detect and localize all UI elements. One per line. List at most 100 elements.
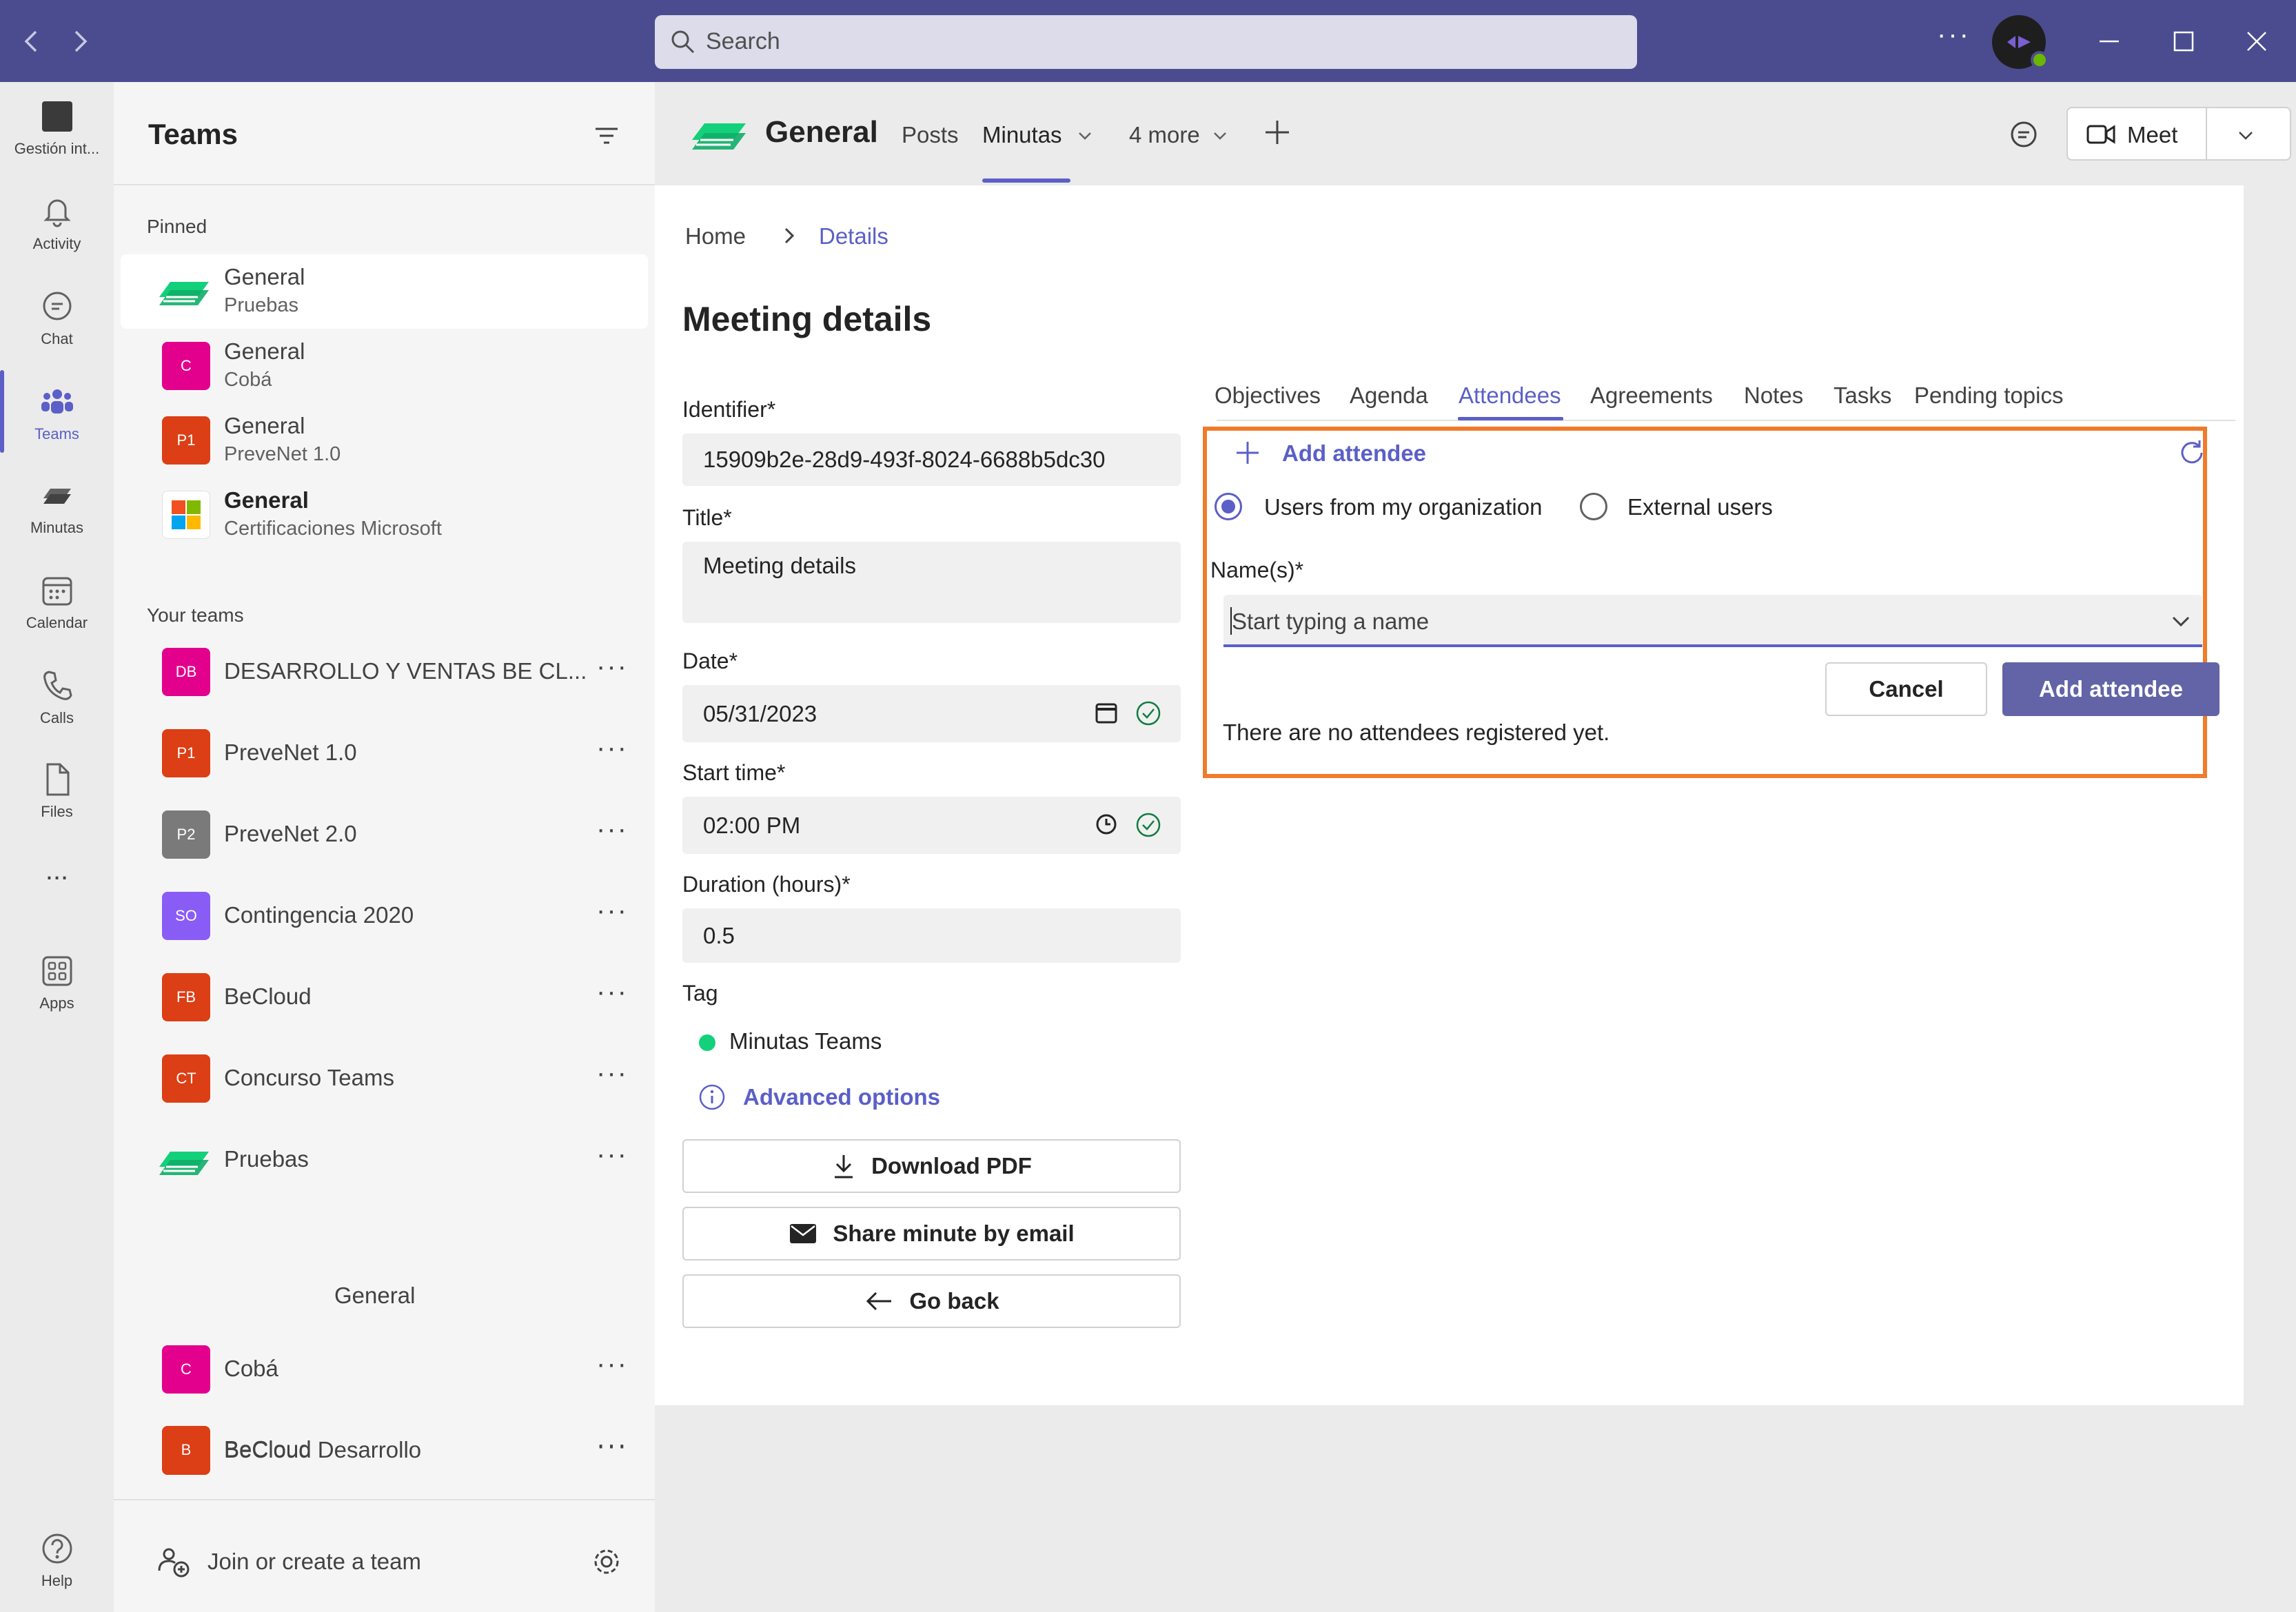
tab-active-indicator [1458,417,1563,420]
more-options-icon[interactable]: ··· [596,1058,628,1089]
phone-icon [38,666,77,705]
download-pdf-button[interactable]: Download PDF [682,1139,1181,1193]
minutas-logo-icon [156,269,212,314]
maximize-icon[interactable] [2167,25,2200,58]
team-item[interactable]: FB BeCloud ··· [121,960,648,1034]
share-email-button[interactable]: Share minute by email [682,1207,1181,1261]
radio-external-users-label[interactable]: External users [1627,494,1773,520]
rail-item-chat[interactable]: Chat [0,287,114,348]
team-avatar: P2 [162,810,210,859]
back-arrow-icon[interactable] [14,23,50,59]
rail-item-minutas[interactable]: Minutas [0,476,114,537]
tab-posts[interactable]: Posts [902,122,959,148]
date-label: Date* [682,649,738,673]
chevron-down-icon[interactable] [1077,127,1093,144]
chevron-down-icon[interactable] [2169,610,2193,633]
names-combobox[interactable]: Start typing a name [1223,595,2202,647]
add-attendee-link[interactable]: Add attendee [1282,440,1426,467]
rail-item-apps[interactable]: Apps [0,952,114,1012]
more-options-icon[interactable]: ··· [596,651,628,682]
team-item[interactable]: P2 PreveNet 2.0 ··· [121,797,648,872]
search-input[interactable]: Search [706,28,780,55]
conversation-icon[interactable] [2007,118,2040,151]
tab-tasks[interactable]: Tasks [1833,382,1891,409]
more-options-icon[interactable]: ··· [596,1429,628,1460]
tab-attendees[interactable]: Attendees [1459,382,1561,409]
names-input[interactable]: Start typing a name [1232,609,1429,635]
add-attendee-button[interactable]: Add attendee [2002,662,2219,716]
tab-objectives[interactable]: Objectives [1215,382,1321,409]
meet-button[interactable]: Meet [2066,107,2291,161]
tab-notes[interactable]: Notes [1744,382,1803,409]
duration-field[interactable]: 0.5 [682,908,1181,963]
tab-minutas[interactable]: Minutas [982,122,1062,148]
title-field[interactable]: Meeting details [682,542,1181,623]
radio-users-org[interactable] [1215,493,1242,520]
tab-pending-topics[interactable]: Pending topics [1914,382,2063,409]
download-icon [831,1152,856,1180]
tab-agreements[interactable]: Agreements [1590,382,1713,409]
cancel-button[interactable]: Cancel [1825,662,1987,716]
team-item[interactable]: Pruebas ··· [121,1123,648,1197]
clock-icon[interactable] [1093,811,1119,837]
tab-active-indicator [982,178,1070,183]
more-icon[interactable]: ··· [1937,19,1971,50]
team-avatar: B [162,1426,210,1474]
chevron-down-icon[interactable] [1212,127,1228,144]
filter-icon[interactable] [591,121,622,151]
team-item[interactable]: SO Contingencia 2020 ··· [121,879,648,953]
search-icon [669,28,698,57]
channel-item[interactable]: General [334,1283,415,1309]
rail-item-gestion[interactable]: Gestión int... [0,97,114,158]
more-options-icon[interactable]: ··· [596,977,628,1008]
pinned-item[interactable]: P1 General PreveNet 1.0 [121,403,648,478]
refresh-icon[interactable] [2177,438,2207,468]
radio-users-org-label[interactable]: Users from my organization [1264,494,1542,520]
rail-item-teams[interactable]: Teams [0,382,114,443]
more-options-icon[interactable]: ··· [596,814,628,845]
pinned-item[interactable]: General Certificaciones Microsoft [121,478,648,552]
chevron-down-icon[interactable] [2236,126,2255,145]
more-icon[interactable]: ... [0,855,114,886]
team-item[interactable]: B BeCloud ··· [121,1413,648,1487]
info-icon [698,1083,727,1112]
forward-arrow-icon[interactable] [62,23,98,59]
add-tab-icon[interactable] [1261,116,1293,148]
team-item[interactable]: CT Concurso Teams ··· [121,1041,648,1116]
rail-item-calendar[interactable]: Calendar [0,571,114,632]
close-icon[interactable] [2240,25,2273,58]
channel-title: General [765,115,878,149]
rail-item-activity[interactable]: Activity [0,192,114,253]
pinned-item[interactable]: C General Cobá [121,329,648,403]
rail-item-calls[interactable]: Calls [0,666,114,727]
more-options-icon[interactable]: ··· [596,733,628,764]
tab-agenda[interactable]: Agenda [1350,382,1428,409]
bell-icon [38,192,77,231]
breadcrumb-current: Details [819,223,888,249]
go-back-button[interactable]: Go back [682,1274,1181,1328]
minimize-icon[interactable] [2093,25,2126,58]
pinned-item[interactable]: General Pruebas [121,254,648,329]
check-circle-icon [1135,700,1162,727]
rail-item-files[interactable]: Files [0,760,114,821]
team-item[interactable]: C Cobá ··· [121,1332,648,1407]
minutas-logo-icon [689,110,749,158]
team-avatar: P1 [162,729,210,777]
mail-icon [789,1223,817,1245]
team-item[interactable]: DB DESARROLLO Y VENTAS BE CL... ··· [121,635,648,709]
more-options-icon[interactable]: ··· [596,895,628,926]
tab-more[interactable]: 4 more [1129,122,1200,148]
team-item[interactable]: P1 PreveNet 1.0 ··· [121,716,648,790]
calendar-picker-icon[interactable] [1093,700,1119,726]
breadcrumb-home[interactable]: Home [685,223,746,249]
radio-external-users[interactable] [1580,493,1607,520]
more-options-icon[interactable]: ··· [596,1139,628,1170]
identifier-field[interactable]: 15909b2e-28d9-493f-8024-6688b5dc30 [682,433,1181,486]
advanced-options-link[interactable]: Advanced options [743,1084,940,1110]
more-options-icon[interactable]: ··· [596,1349,628,1380]
settings-gear-icon[interactable] [589,1544,624,1579]
rail-item-help[interactable]: Help [0,1529,114,1590]
check-circle-icon [1135,811,1162,839]
search-box[interactable]: Search [655,15,1637,69]
join-create-team-link[interactable]: Join or create a team [207,1549,421,1575]
